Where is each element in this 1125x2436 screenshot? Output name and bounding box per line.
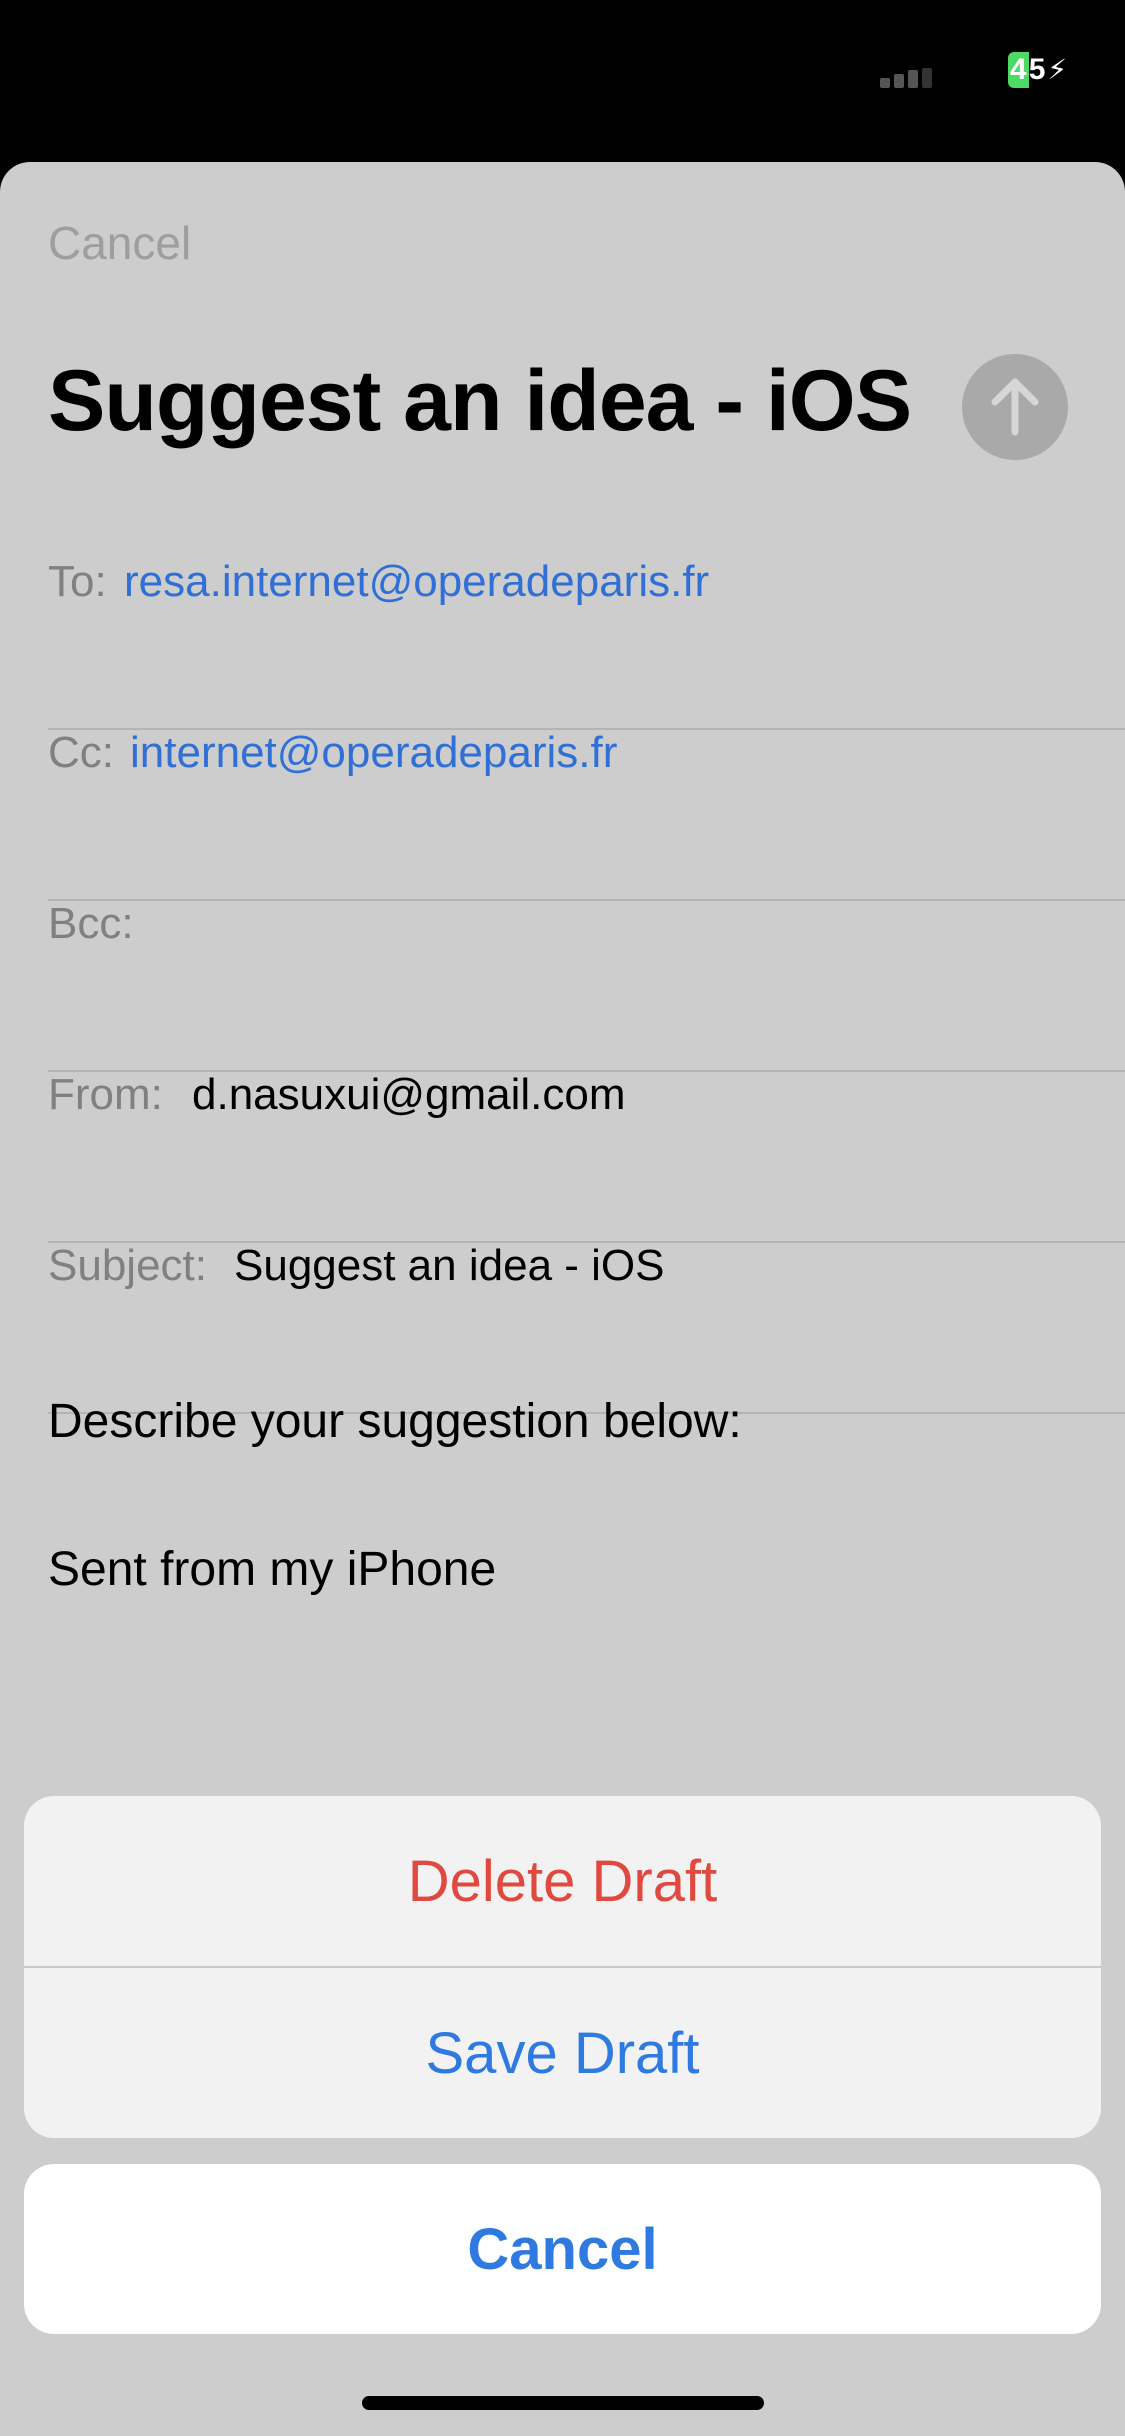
battery-indicator: 4 5 ⚡︎: [1008, 52, 1067, 88]
battery-level-rest: 5: [1028, 53, 1046, 86]
delete-draft-button[interactable]: Delete Draft: [24, 1796, 1101, 1966]
status-bar: 4 5 ⚡︎: [0, 0, 1125, 160]
bcc-label: Bcc:: [48, 899, 134, 948]
subject-field[interactable]: Subject: Suggest an idea - iOS: [48, 1241, 1125, 1414]
from-account[interactable]: d.nasuxui@gmail.com: [192, 1070, 626, 1120]
cellular-signal-icon: [880, 68, 934, 88]
compose-title: Suggest an idea - iOS: [48, 353, 912, 449]
compose-cancel-button[interactable]: Cancel: [48, 216, 191, 270]
cc-field[interactable]: Cc: internet@operadeparis.fr: [48, 728, 1125, 901]
from-label: From:: [48, 1070, 163, 1119]
save-draft-button[interactable]: Save Draft: [24, 1968, 1101, 2138]
battery-level-fill: 4: [1008, 52, 1029, 88]
draft-action-sheet: Delete Draft Save Draft: [24, 1796, 1101, 2138]
to-field[interactable]: To: resa.internet@operadeparis.fr: [48, 557, 1125, 730]
subject-input[interactable]: Suggest an idea - iOS: [234, 1241, 664, 1291]
message-body-line[interactable]: Describe your suggestion below:: [48, 1394, 742, 1449]
subject-label: Subject:: [48, 1241, 207, 1290]
action-sheet-cancel-button[interactable]: Cancel: [24, 2164, 1101, 2334]
bolt-icon: ⚡︎: [1047, 54, 1068, 85]
bcc-field[interactable]: Bcc:: [48, 899, 1125, 1072]
cc-label: Cc:: [48, 728, 114, 777]
from-field[interactable]: From: d.nasuxui@gmail.com: [48, 1070, 1125, 1243]
to-recipient[interactable]: resa.internet@operadeparis.fr: [124, 557, 709, 607]
to-label: To:: [48, 557, 107, 606]
home-indicator[interactable]: [362, 2396, 764, 2410]
send-button[interactable]: [962, 354, 1068, 460]
arrow-up-icon: [991, 378, 1039, 436]
screen: 4 5 ⚡︎ Cancel Suggest an idea - iOS To: …: [0, 0, 1125, 2436]
message-signature[interactable]: Sent from my iPhone: [48, 1542, 496, 1597]
cc-recipient[interactable]: internet@operadeparis.fr: [130, 728, 617, 778]
